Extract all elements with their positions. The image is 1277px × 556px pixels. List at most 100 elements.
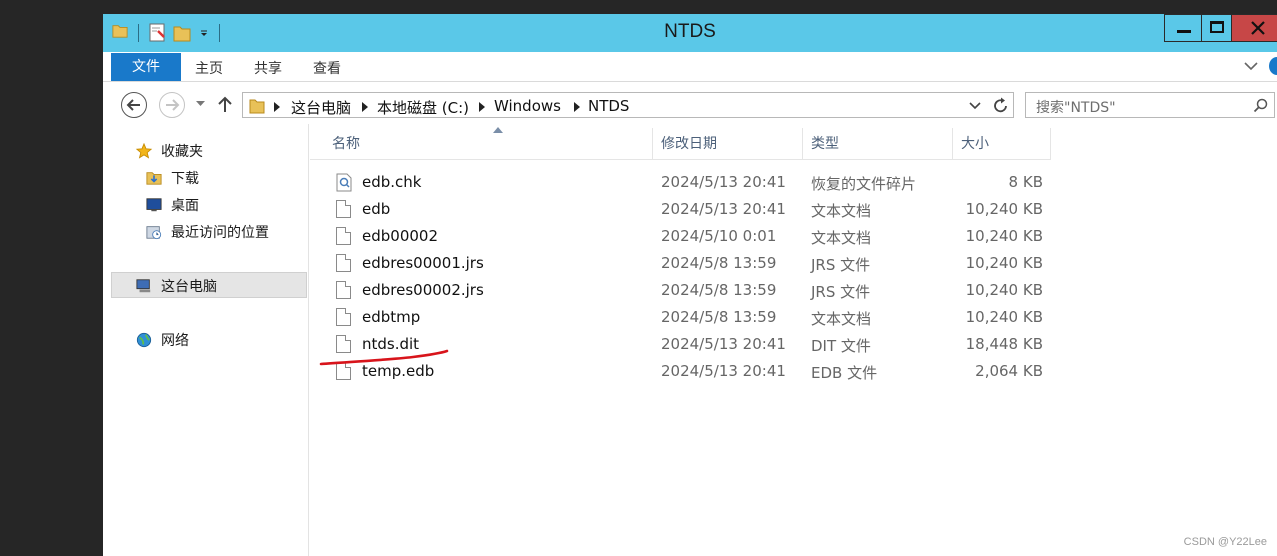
downloads-folder-icon: [146, 172, 162, 185]
column-header-size[interactable]: 大小: [953, 128, 1051, 160]
file-type: 恢复的文件碎片: [811, 175, 917, 193]
breadcrumb-separator-icon[interactable]: [574, 102, 580, 112]
file-size: 10,240 KB: [965, 254, 1043, 272]
nav-label-network: 网络: [161, 333, 189, 349]
file-chk-icon: [336, 173, 352, 192]
breadcrumb-separator-icon[interactable]: [274, 102, 280, 112]
file-date: 2024/5/8 13:59: [661, 308, 777, 326]
column-label-name: 名称: [332, 136, 360, 152]
search-input[interactable]: 搜索"NTDS": [1036, 97, 1116, 117]
file-row[interactable]: edb00002 2024/5/10 0:01 文本文档 10,240 KB: [310, 223, 1051, 250]
nav-item-recent[interactable]: 最近访问的位置: [145, 222, 269, 242]
file-name[interactable]: edb00002: [362, 227, 438, 245]
column-header-name[interactable]: 名称: [324, 127, 653, 160]
maximize-button[interactable]: [1201, 14, 1232, 42]
desktop-icon: [146, 198, 162, 212]
file-type: EDB 文件: [811, 364, 878, 382]
file-date: 2024/5/13 20:41: [661, 200, 786, 218]
back-button[interactable]: [121, 92, 147, 118]
search-icon[interactable]: [1253, 98, 1268, 113]
file-row[interactable]: edbres00002.jrs 2024/5/8 13:59 JRS 文件 10…: [310, 277, 1051, 304]
file-type: JRS 文件: [811, 256, 871, 274]
search-box[interactable]: 搜索"NTDS": [1025, 92, 1275, 118]
minimize-icon: [1177, 30, 1191, 33]
file-type: DIT 文件: [811, 337, 871, 355]
forward-arrow-icon: [166, 99, 180, 111]
generic-file-icon: [336, 281, 351, 299]
maximize-icon: [1210, 21, 1224, 33]
sort-ascending-icon: [493, 127, 503, 133]
forward-button[interactable]: [159, 92, 185, 118]
computer-icon: [136, 279, 151, 293]
refresh-icon[interactable]: [993, 97, 1009, 114]
file-size: 10,240 KB: [965, 281, 1043, 299]
file-row[interactable]: edbtmp 2024/5/8 13:59 文本文档 10,240 KB: [310, 304, 1051, 331]
column-header-date[interactable]: 修改日期: [653, 128, 803, 160]
file-row[interactable]: edbres00001.jrs 2024/5/8 13:59 JRS 文件 10…: [310, 250, 1051, 277]
recent-locations-dropdown-icon[interactable]: [196, 101, 205, 107]
file-size: 10,240 KB: [965, 200, 1043, 218]
recent-places-icon: [146, 226, 162, 240]
nav-label-this-pc: 这台电脑: [161, 279, 217, 295]
nav-item-desktop[interactable]: 桌面: [145, 195, 199, 215]
help-icon[interactable]: [1269, 57, 1277, 75]
nav-label-downloads: 下载: [171, 171, 199, 187]
file-date: 2024/5/10 0:01: [661, 227, 777, 245]
file-row[interactable]: edb.chk 2024/5/13 20:41 恢复的文件碎片 8 KB: [310, 169, 1051, 196]
expand-ribbon-chevron-icon[interactable]: [1244, 61, 1258, 71]
breadcrumb-local-disk[interactable]: 本地磁盘 (C:): [377, 97, 469, 118]
breadcrumb-this-pc[interactable]: 这台电脑: [291, 97, 351, 118]
minimize-button[interactable]: [1164, 14, 1202, 42]
file-size: 10,240 KB: [965, 308, 1043, 326]
breadcrumb-windows[interactable]: Windows: [494, 97, 561, 115]
file-size: 18,448 KB: [965, 335, 1043, 353]
column-header-type[interactable]: 类型: [803, 128, 953, 160]
file-list-header: 名称 修改日期 类型 大小: [310, 127, 1051, 160]
tab-home[interactable]: 主页: [195, 58, 223, 78]
file-type: 文本文档: [811, 202, 872, 220]
star-icon: [135, 143, 153, 159]
nav-label-recent: 最近访问的位置: [171, 225, 269, 241]
file-row[interactable]: edb 2024/5/13 20:41 文本文档 10,240 KB: [310, 196, 1051, 223]
text-file-icon: [336, 227, 351, 245]
file-date: 2024/5/13 20:41: [661, 335, 786, 353]
text-file-icon: [336, 308, 351, 326]
file-size: 2,064 KB: [975, 362, 1043, 380]
file-type: 文本文档: [811, 229, 872, 247]
watermark: CSDN @Y22Lee: [1183, 536, 1267, 548]
window-title: NTDS: [664, 21, 716, 42]
address-bar[interactable]: 这台电脑 本地磁盘 (C:) Windows NTDS: [242, 92, 1014, 118]
text-file-icon: [336, 200, 351, 218]
file-name[interactable]: edbres00002.jrs: [362, 281, 484, 299]
file-name[interactable]: edb.chk: [362, 173, 421, 191]
title-bar: NTDS: [103, 14, 1277, 52]
navigation-pane: 收藏夹 下载 桌面 最近访问的位置 这台电脑 网络: [103, 124, 309, 556]
nav-label-desktop: 桌面: [171, 198, 199, 214]
file-type: JRS 文件: [811, 283, 871, 301]
network-globe-icon: [136, 332, 152, 348]
file-date: 2024/5/8 13:59: [661, 281, 777, 299]
tab-file[interactable]: 文件: [111, 53, 181, 81]
file-name[interactable]: edbres00001.jrs: [362, 254, 484, 272]
back-arrow-icon: [126, 99, 140, 111]
file-size: 8 KB: [1008, 173, 1043, 191]
file-name[interactable]: edbtmp: [362, 308, 420, 326]
up-arrow-icon[interactable]: [218, 96, 232, 113]
file-date: 2024/5/13 20:41: [661, 173, 786, 191]
close-button[interactable]: [1231, 14, 1277, 42]
nav-item-favorites[interactable]: 收藏夹: [135, 141, 203, 161]
nav-item-network[interactable]: 网络: [135, 330, 189, 350]
file-name[interactable]: edb: [362, 200, 390, 218]
nav-item-this-pc[interactable]: 这台电脑: [135, 276, 217, 296]
tab-view[interactable]: 查看: [313, 58, 341, 78]
address-history-dropdown-icon[interactable]: [969, 102, 981, 110]
tab-share[interactable]: 共享: [254, 58, 282, 78]
nav-item-downloads[interactable]: 下载: [145, 168, 199, 188]
file-type: 文本文档: [811, 310, 872, 328]
navigation-bar: 这台电脑 本地磁盘 (C:) Windows NTDS 搜索"NTDS": [103, 86, 1277, 122]
breadcrumb-ntds[interactable]: NTDS: [588, 97, 629, 115]
generic-file-icon: [336, 254, 351, 272]
breadcrumb-separator-icon[interactable]: [479, 102, 485, 112]
breadcrumb-separator-icon[interactable]: [362, 102, 368, 112]
file-date: 2024/5/8 13:59: [661, 254, 777, 272]
